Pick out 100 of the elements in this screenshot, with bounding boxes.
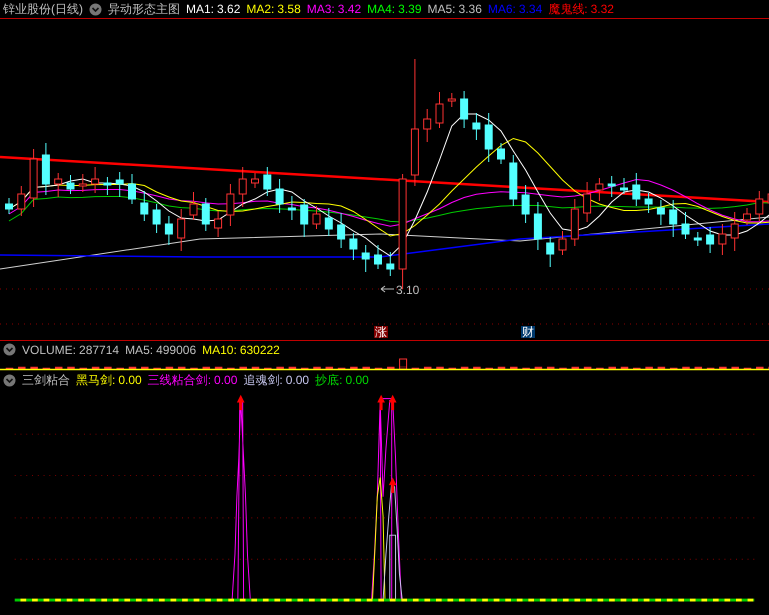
candlestick [546,236,554,268]
indicator-value: 0.00 [214,374,238,386]
indicator-label: MA2: [246,3,274,15]
candlestick [669,200,678,238]
candlestick [484,112,493,162]
candlestick [570,198,579,246]
indicator-label: 抄底: [315,374,342,386]
indicator-value: 0.00 [286,374,310,386]
candlestick [706,226,714,254]
event-marker[interactable]: 财 [521,326,535,338]
indicator-label: 魔鬼线: [548,3,588,15]
stock-title: 锌业股份(日线) [3,3,83,15]
up-arrow-icon [236,394,245,410]
candlestick [103,176,112,196]
up-arrow-icon [377,394,385,410]
candlestick [595,178,604,202]
candlestick [152,204,161,234]
indicator-value: 287714 [79,344,120,356]
indicator-label: MA5: [428,3,456,15]
candlestick [140,190,148,222]
pointer-arrow-icon [380,286,394,292]
candlestick [66,174,74,194]
candlestick [312,206,320,230]
candlestick [718,224,726,256]
candlestick [42,142,50,196]
candlestick [177,208,186,252]
candlestick [276,178,284,214]
collapse-chevron-icon[interactable] [3,374,16,386]
candlestick [337,212,346,248]
indicator-label: MA5: [125,344,154,356]
candlestick [251,172,259,188]
candlestick [423,108,432,142]
candlestick [226,184,234,226]
indicator-label: MA6: [488,3,516,15]
indicator-label: 三线粘合剑: [148,374,212,386]
candlestick [374,244,382,270]
candlestick [17,186,26,216]
indicator-value: 0.00 [345,374,369,386]
candlestick [694,232,702,246]
candlestick [190,192,198,220]
candlestick [362,244,370,272]
candlestick [30,148,38,208]
candlestick [509,154,518,206]
indicator-title: 异动形态主图 [108,3,180,15]
up-arrow-icon [388,477,397,493]
candlestick [91,166,100,194]
indicator-label: VOLUME: [22,344,76,356]
candlestick [620,178,628,194]
up-arrow-icon [388,394,397,410]
indicator-value: 630222 [240,344,280,356]
candlestick [300,198,308,238]
candlestick [632,172,640,206]
indicator-value: 3.42 [338,3,362,15]
indicator-label: MA4: [367,3,396,15]
indicator-value: 3.39 [398,3,422,15]
candlestick [54,172,62,198]
candlestick [238,166,247,208]
candlestick [202,198,210,232]
candlestick [497,142,505,164]
collapse-chevron-icon[interactable] [3,343,16,356]
candlestick [583,182,592,222]
candlestick [682,212,690,240]
candlestick [116,172,124,198]
candlestick [460,90,468,128]
candlestick [534,202,542,250]
candlestick [755,190,764,222]
candlestick [128,174,136,204]
indicator-value: 3.34 [518,3,542,15]
indicator-value: 0.00 [118,374,142,386]
indicator-value: 499006 [156,344,196,356]
candlestick [164,216,173,246]
collapse-chevron-icon[interactable] [89,2,102,16]
candlestick [386,252,394,276]
candlestick [522,184,530,224]
indicator-label: MA1: [186,3,214,15]
indicator-label: MA3: [306,3,335,15]
candlestick [656,200,665,226]
candlestick [263,166,272,196]
event-marker[interactable]: 涨 [374,326,388,338]
candlestick [448,92,456,108]
candlestick [730,212,739,252]
indicator-value: 3.58 [277,3,301,15]
indicator-title: 三剑粘合 [22,374,70,386]
indicator-value: 3.62 [217,3,240,15]
candlestick [644,192,653,214]
candlestick [214,210,222,238]
candlestick [349,232,358,260]
candlestick [608,176,616,198]
candlestick [743,208,751,226]
low-price-label: 3.10 [396,284,420,296]
indicator-value: 3.36 [458,3,482,15]
candlestick [558,230,566,256]
candlestick [436,92,444,128]
candlestick [288,196,296,220]
candlestick [472,112,480,140]
indicator-label: 追魂剑: [243,374,283,386]
candlestick [78,174,87,192]
candlestick [5,198,13,214]
indicator-label: 黑马剑: [76,374,116,386]
indicator-label: MA10: [202,344,237,356]
